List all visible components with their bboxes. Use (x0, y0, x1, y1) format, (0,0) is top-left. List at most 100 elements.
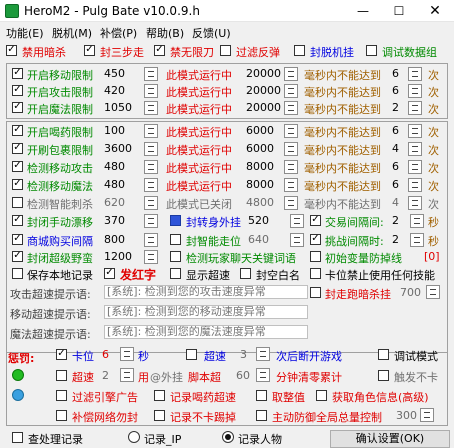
menu-compensate[interactable]: 补偿(P) (100, 25, 137, 41)
speed_rows_2-ms-2[interactable]: 8000 (246, 160, 274, 173)
debug-mode-checkbox[interactable] (378, 349, 389, 360)
smart-move-spinner[interactable] (290, 233, 304, 247)
red-text-checkbox[interactable] (104, 268, 115, 279)
super-barbarian-value[interactable]: 1200 (104, 250, 132, 263)
comp-network-checkbox[interactable] (56, 410, 67, 421)
speed_rows_2-checkbox-4[interactable] (12, 197, 23, 208)
maximize-button[interactable]: ☐ (382, 0, 416, 22)
speed_rows_2-spinner-1[interactable] (144, 142, 158, 156)
super-barbarian-spinner[interactable] (144, 250, 158, 264)
smart-move-checkbox[interactable] (170, 234, 181, 245)
speed_rows_2-count-0[interactable]: 6 (392, 124, 399, 137)
speed_rows_2-count-spinner-4[interactable] (408, 196, 422, 210)
speed_rows_1-value-2[interactable]: 1050 (104, 101, 132, 114)
script-spinner[interactable] (256, 368, 270, 382)
master-defense-checkbox[interactable] (256, 410, 267, 421)
trade-interval-spinner[interactable] (410, 214, 424, 228)
turn-hack-checkbox[interactable] (170, 215, 181, 226)
speed_rows_1-count-2[interactable]: 2 (392, 101, 399, 114)
record-ip-radio[interactable] (128, 431, 140, 443)
chat-keyword-checkbox[interactable] (170, 251, 181, 262)
speed_rows_1-count-0[interactable]: 6 (392, 67, 399, 80)
speed2-checkbox[interactable] (56, 370, 67, 381)
turn-hack-spinner[interactable] (290, 214, 304, 228)
speed_rows_2-count-1[interactable]: 4 (392, 142, 399, 155)
top-toggle-checkbox-1[interactable] (84, 45, 95, 56)
speed_rows_2-count-2[interactable]: 6 (392, 160, 399, 173)
speed_rows_2-count-3[interactable]: 6 (392, 178, 399, 191)
script-value[interactable]: 60 (236, 369, 250, 382)
init-var-checkbox[interactable] (310, 251, 321, 262)
shop-interval-checkbox[interactable] (12, 234, 23, 245)
smart-move-value[interactable]: 640 (248, 233, 269, 246)
speed_rows_1-ms-spinner-2[interactable] (284, 101, 298, 115)
record-char-radio[interactable] (222, 431, 234, 443)
speed_rows_2-count-spinner-3[interactable] (408, 178, 422, 192)
speed_rows_1-ms-2[interactable]: 20000 (246, 101, 281, 114)
confirm-button[interactable]: 确认设置(OK) (330, 430, 450, 448)
top-toggle-checkbox-2[interactable] (154, 45, 165, 56)
stuck-punish-value[interactable]: 6 (102, 348, 109, 361)
speed-punish-spinner[interactable] (256, 347, 270, 361)
speed_rows_2-count-4[interactable]: 4 (392, 196, 399, 209)
speed_rows_1-ms-1[interactable]: 20000 (246, 84, 281, 97)
top-toggle-checkbox-0[interactable] (6, 45, 17, 56)
speed_rows_1-count-spinner-2[interactable] (408, 101, 422, 115)
save-local-checkbox[interactable] (12, 268, 23, 279)
speed_rows_2-ms-spinner-0[interactable] (284, 124, 298, 138)
seal-run-checkbox[interactable] (310, 287, 321, 298)
speed_rows_2-spinner-3[interactable] (144, 178, 158, 192)
speed_rows_1-count-spinner-1[interactable] (408, 84, 422, 98)
speed_rows_2-checkbox-1[interactable] (12, 143, 23, 154)
show-speed-checkbox[interactable] (170, 268, 181, 279)
challenge-interval-spinner[interactable] (410, 233, 424, 247)
speed_rows_2-value-0[interactable]: 100 (104, 124, 125, 137)
speed_rows_1-ms-spinner-0[interactable] (284, 67, 298, 81)
speed_rows_1-checkbox-2[interactable] (12, 102, 23, 113)
trade-interval-value[interactable]: 2 (392, 214, 399, 227)
attack-tip-input[interactable]: [系统]: 检测到您的攻击速度异常 (104, 285, 308, 299)
stuck-skill-checkbox[interactable] (310, 268, 321, 279)
speed_rows_2-value-3[interactable]: 480 (104, 178, 125, 191)
top-toggle-checkbox-5[interactable] (366, 45, 377, 56)
speed_rows_1-count-1[interactable]: 6 (392, 84, 399, 97)
magic-tip-input[interactable]: [系统]: 检测到您的魔法速度异常 (104, 325, 308, 339)
filter-ads-checkbox[interactable] (56, 390, 67, 401)
top-toggle-checkbox-3[interactable] (220, 45, 231, 56)
speed_rows_1-spinner-2[interactable] (144, 101, 158, 115)
speed_rows_1-spinner-1[interactable] (144, 84, 158, 98)
speed_rows_1-spinner-0[interactable] (144, 67, 158, 81)
stuck-punish-checkbox[interactable] (56, 349, 67, 360)
seal-drift-value[interactable]: 370 (104, 214, 125, 227)
seal-drift-spinner[interactable] (144, 214, 158, 228)
shop-interval-spinner[interactable] (144, 233, 158, 247)
menu-feedback[interactable]: 反馈(U) (192, 25, 231, 41)
speed_rows_2-ms-spinner-2[interactable] (284, 160, 298, 174)
challenge-interval-checkbox[interactable] (310, 234, 321, 245)
move-tip-input[interactable]: [系统]: 检测到您的移动速度异常 (104, 305, 308, 319)
menu-offline[interactable]: 脱机(M) (52, 25, 92, 41)
speed_rows_2-spinner-0[interactable] (144, 124, 158, 138)
speed_rows_2-ms-spinner-1[interactable] (284, 142, 298, 156)
menu-help[interactable]: 帮助(B) (146, 25, 184, 41)
speed_rows_1-value-1[interactable]: 420 (104, 84, 125, 97)
close-button[interactable]: ✕ (418, 0, 452, 22)
speed_rows_1-ms-spinner-1[interactable] (284, 84, 298, 98)
speed_rows_2-ms-3[interactable]: 8000 (246, 178, 274, 191)
speed_rows_2-checkbox-0[interactable] (12, 125, 23, 136)
speed_rows_2-spinner-2[interactable] (144, 160, 158, 174)
drink-record-checkbox[interactable] (154, 390, 165, 401)
menu-function[interactable]: 功能(E) (6, 25, 44, 41)
speed_rows_1-count-spinner-0[interactable] (408, 67, 422, 81)
super-barbarian-checkbox[interactable] (12, 251, 23, 262)
speed_rows_1-checkbox-0[interactable] (12, 68, 23, 79)
speed_rows_2-value-1[interactable]: 3600 (104, 142, 132, 155)
speed-punish-checkbox[interactable] (186, 349, 197, 360)
minimize-button[interactable]: — (346, 0, 380, 22)
turn-hack-value[interactable]: 520 (248, 214, 269, 227)
speed_rows_2-checkbox-3[interactable] (12, 179, 23, 190)
top-toggle-checkbox-4[interactable] (294, 45, 305, 56)
speed-punish-value[interactable]: 3 (240, 348, 247, 361)
speed_rows_1-value-0[interactable]: 450 (104, 67, 125, 80)
blank-name-checkbox[interactable] (240, 268, 251, 279)
